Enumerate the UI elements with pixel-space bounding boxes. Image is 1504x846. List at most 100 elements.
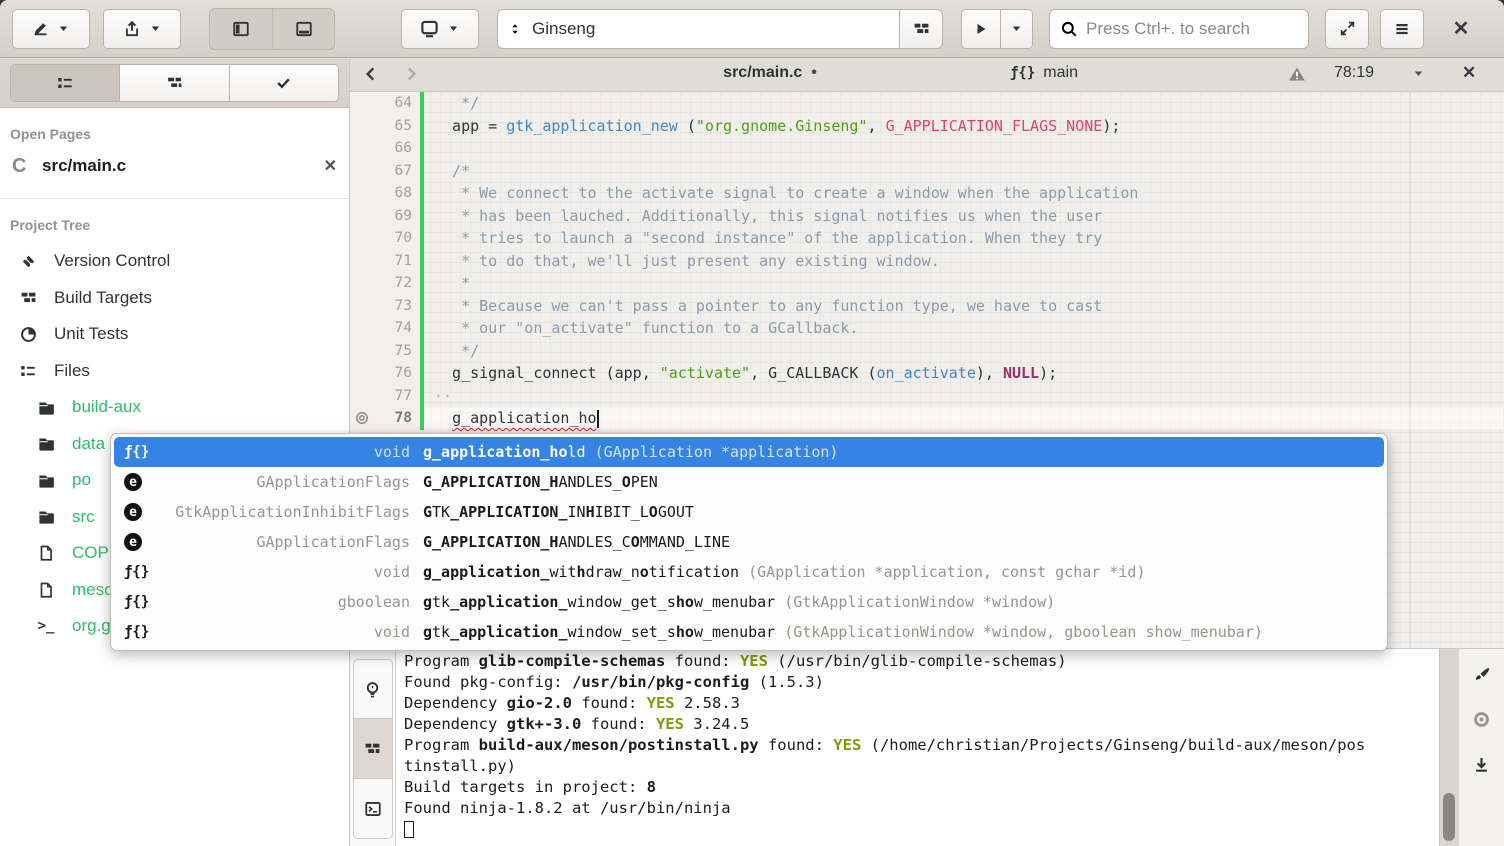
fullscreen-button[interactable] (1325, 9, 1369, 49)
code-line-64[interactable]: 64 */ (350, 92, 1504, 115)
tree-item-build-targets[interactable]: Build Targets (0, 280, 349, 317)
code-text: g_application_ho (424, 409, 599, 428)
output-segment: gio-2.0 (507, 694, 572, 712)
function-icon: ƒ{} (114, 594, 152, 610)
toggle-left-panel-button[interactable] (210, 9, 272, 49)
code-line-69[interactable]: 69 * has been lauched. Additionally, thi… (350, 205, 1504, 228)
code-segment: G_APPLICATION_FLAGS_NONE (886, 117, 1103, 135)
output-scrollbar[interactable] (1439, 649, 1458, 846)
code-segment: "org.gnome.Ginseng" (696, 117, 868, 135)
export-button[interactable] (103, 9, 181, 49)
scrollbar-thumb[interactable] (1443, 793, 1455, 841)
code-line-78[interactable]: 78 g_application_ho (350, 407, 1504, 430)
line-number: 77 (374, 388, 420, 404)
code-segment: , (868, 117, 886, 135)
menu-button[interactable] (1380, 9, 1424, 49)
completion-name: g_application_withdraw_notification (GAp… (423, 563, 1145, 581)
output-line: Program glib-compile-schemas found: YES … (404, 651, 1431, 672)
line-number: 71 (374, 253, 420, 269)
close-page-icon[interactable]: ✕ (324, 156, 337, 176)
code-line-68[interactable]: 68 * We connect to the activate signal t… (350, 182, 1504, 205)
tree-item-build-aux[interactable]: build-aux (0, 389, 349, 426)
completion-return-type: GApplicationFlags (152, 473, 410, 491)
run-button[interactable] (961, 9, 1001, 49)
search-input[interactable] (1086, 19, 1298, 39)
completion-name: GTK_APPLICATION_INHIBIT_LOGOUT (423, 503, 694, 521)
completion-row-4[interactable]: ƒ{}voidg_application_withdraw_notificati… (114, 557, 1384, 587)
completion-row-0[interactable]: ƒ{}voidg_application_hold (GApplication … (114, 437, 1384, 467)
completion-row-2[interactable]: eGtkApplicationInhibitFlags GTK_APPLICATI… (114, 497, 1384, 527)
open-page-item[interactable]: C src/main.c ✕ (0, 148, 349, 184)
warning-icon[interactable] (1288, 65, 1306, 83)
files-icon (18, 362, 38, 380)
code-text: * has been lauched. Additionally, this s… (424, 207, 1102, 225)
output-segment: YES (833, 736, 861, 754)
app-window: Ginseng ✕ (0, 0, 1504, 846)
code-line-70[interactable]: 70 * tries to launch a "second instance"… (350, 227, 1504, 250)
completion-row-6[interactable]: ƒ{}voidgtk_application_window_set_show_m… (114, 617, 1384, 647)
completion-return-type: GtkApplicationInhibitFlags (152, 503, 410, 521)
code-line-73[interactable]: 73 * Because we can't pass a pointer to … (350, 295, 1504, 318)
build-output[interactable]: Program glib-compile-schemas found: YES … (396, 649, 1439, 846)
code-line-72[interactable]: 72 * (350, 272, 1504, 295)
nav-forward-icon[interactable] (402, 65, 420, 83)
window-close-button[interactable]: ✕ (1444, 16, 1478, 41)
code-segment: * (434, 274, 470, 292)
nav-back-icon[interactable] (362, 65, 380, 83)
toggle-bottom-panel-button[interactable] (272, 9, 334, 49)
code-line-74[interactable]: 74 * our "on_activate" function to a GCa… (350, 317, 1504, 340)
build-button[interactable] (899, 9, 943, 49)
tree-item-version-control[interactable]: Version Control (0, 243, 349, 280)
line-gutter: 67 (350, 160, 420, 183)
code-segment: */ (434, 342, 479, 360)
cursor-position[interactable]: 78:19 (1334, 64, 1374, 82)
sidebar-tab-project[interactable] (11, 65, 119, 101)
run-options-button[interactable] (1001, 9, 1033, 49)
code-segment: app = (434, 117, 506, 135)
line-number: 73 (374, 298, 420, 314)
tree-item-unit-tests[interactable]: Unit Tests (0, 316, 349, 353)
global-search[interactable] (1049, 9, 1309, 49)
output-segment: found: (572, 694, 647, 712)
completion-row-1[interactable]: eGApplicationFlagsG_APPLICATION_HANDLES_… (114, 467, 1384, 497)
code-line-77[interactable]: 77·· (350, 385, 1504, 408)
line-number: 64 (374, 95, 420, 111)
panel-tab-diagnostics[interactable] (353, 659, 393, 719)
clear-log-icon[interactable] (1472, 665, 1491, 684)
symbol-breadcrumb[interactable]: ƒ{}main (1010, 64, 1078, 82)
script-glyph: >_ (38, 618, 55, 634)
function-icon: ƒ{} (114, 564, 152, 580)
line-number: 67 (374, 163, 420, 179)
code-segment: on_activate (877, 364, 976, 382)
follow-output-icon[interactable] (1472, 710, 1491, 729)
panel-tab-build-output[interactable] (353, 719, 393, 779)
code-segment: /* (434, 162, 470, 180)
sidebar-tab-build[interactable] (119, 65, 228, 101)
output-line: Dependency gtk+-3.0 found: YES 3.24.5 (404, 714, 1431, 735)
code-line-76[interactable]: 76 g_signal_connect (app, "activate", G_… (350, 362, 1504, 385)
check-icon (275, 74, 292, 91)
code-line-71[interactable]: 71 * to do that, we'll just present any … (350, 250, 1504, 273)
device-selector-button[interactable] (401, 9, 479, 49)
function-icon: ƒ{} (114, 624, 152, 640)
tree-item-files[interactable]: Files (0, 353, 349, 390)
omnibar[interactable]: Ginseng (497, 9, 899, 49)
edit-mode-button[interactable] (12, 9, 90, 49)
code-line-67[interactable]: 67 /* (350, 160, 1504, 183)
editor-options-icon[interactable] (1412, 67, 1425, 80)
folder-icon (36, 471, 56, 490)
tree-item-label: Unit Tests (54, 324, 128, 344)
chevron-down-icon (149, 22, 162, 35)
sidebar-tab-todo[interactable] (229, 65, 338, 101)
editor-close-icon[interactable]: ✕ (1462, 63, 1476, 83)
save-log-icon[interactable] (1472, 755, 1491, 774)
output-segment: YES (647, 694, 675, 712)
panel-tab-terminal[interactable] (353, 779, 393, 839)
code-line-66[interactable]: 66 (350, 137, 1504, 160)
completion-row-5[interactable]: ƒ{}gbooleangtk_application_window_get_sh… (114, 587, 1384, 617)
open-page-label: src/main.c (42, 156, 312, 176)
code-line-65[interactable]: 65 app = gtk_application_new ("org.gnome… (350, 115, 1504, 138)
code-line-75[interactable]: 75 */ (350, 340, 1504, 363)
enum-icon: e (114, 503, 152, 521)
completion-row-3[interactable]: eGApplicationFlagsG_APPLICATION_HANDLES_… (114, 527, 1384, 557)
